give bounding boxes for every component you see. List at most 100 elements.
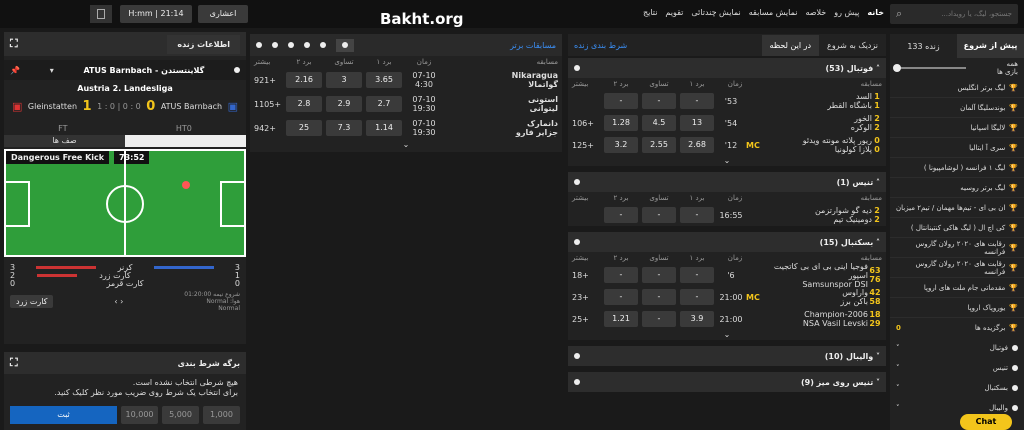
fullscreen-icon[interactable]: ⛶ [10,37,18,51]
fullscreen-icon[interactable]: ⛶ [10,356,18,370]
soccer-ball-icon [1012,345,1018,351]
section-table-tennis[interactable]: تنیس روی میز (9) ˅ [568,372,886,392]
pin-icon[interactable]: 📌 [10,66,20,75]
odd-button[interactable]: 2.9 [326,96,362,112]
odds-format-select[interactable]: اعشاری [198,5,248,23]
lineups-tab[interactable]: صف ها [4,135,125,147]
odd-button[interactable]: - [642,93,676,109]
table-row: - - - 16:55 دیه گو شوارتزمن دومینیک تیم 2… [568,204,886,226]
place-bet-button[interactable]: ثبت [10,406,118,424]
stake-chip[interactable]: 5,000 [162,406,200,424]
odd-button[interactable]: 2.68 [680,137,714,153]
odd-button[interactable]: - [604,267,638,283]
odd-button[interactable]: 2.16 [286,72,322,88]
odd-button[interactable]: 2.8 [286,96,322,112]
nav-calendar[interactable]: تقویم [665,8,683,17]
table-tennis-icon[interactable] [304,42,310,48]
sidebar-league[interactable]: 🏆 رقابت های ۲۰۲۰ رولان گاروس فرانسه [890,238,1024,258]
nav-multi-view[interactable]: نمایش چندتائی [691,8,740,17]
tab-upcoming[interactable]: نزدیک به شروع [819,35,886,56]
volleyball-icon[interactable] [272,42,278,48]
trophy-icon: 🏆 [1009,183,1018,192]
time-display[interactable]: H:mm | 21:14 [120,5,192,23]
calculator-icon[interactable] [90,5,112,23]
tab-live-count[interactable]: 133 زنده [890,42,957,51]
odd-button[interactable]: 1.14 [366,120,402,136]
odd-button[interactable]: 1.28 [604,115,638,131]
stats-tab[interactable] [125,135,246,147]
sidebar-league[interactable]: 🏆 سری آ ایتالیا [890,138,1024,158]
odd-button[interactable]: 4.5 [642,115,676,131]
nav-upcoming[interactable]: پیش رو [834,8,859,17]
stake-chip[interactable]: 10,000 [121,406,159,424]
odd-button[interactable]: 2.7 [366,96,402,112]
odd-button[interactable]: - [604,93,638,109]
nav-match-view[interactable]: نمایش مسابقه [749,8,798,17]
sidebar-league[interactable]: 🏆 بوندسلیگا آلمان [890,98,1024,118]
odd-button[interactable]: 7.3 [326,120,362,136]
chevron-down-icon[interactable]: ⌄ [568,330,886,340]
odd-button[interactable]: 3 [326,72,362,88]
tab-now[interactable]: در این لحظه [761,34,820,56]
tab-live-betting[interactable]: شرط بندی زنده [568,41,633,50]
section-football[interactable]: فوتبال (53) ˄ [568,58,886,78]
match-title[interactable]: ATUS Barnbach - گلاینتستدن [83,66,204,75]
home-jersey-icon: ▣ [12,100,23,113]
section-volleyball[interactable]: والیبال (10) ˅ [568,346,886,366]
odd-button[interactable]: 13 [680,115,714,131]
odd-button[interactable]: - [680,267,714,283]
odd-button[interactable]: - [642,267,676,283]
odd-button[interactable]: - [604,207,638,223]
sidebar-league[interactable]: 🏆 رقابت های ۲۰۲۰ رولان گاروس فرانسه [890,258,1024,278]
section-tennis[interactable]: تنیس (1) ˄ [568,172,886,192]
soccer-ball-icon[interactable] [336,38,354,52]
sidebar-sport-tennis[interactable]: تنیس ˅ [890,358,1024,378]
sidebar-league[interactable]: 🏆 لیگ برتر انگلیس [890,78,1024,98]
sidebar-league[interactable]: 🏆 لالیگا اسپانیا [890,118,1024,138]
sidebar-league[interactable]: 🏆 ان بی ای - تیم‌ها مهمان / تیم۲ میزبان [890,198,1024,218]
search-input[interactable] [910,7,1012,21]
time-filter-slider[interactable] [893,64,966,72]
nav-summary[interactable]: خلاصه [805,8,826,17]
odd-button[interactable]: 3.9 [680,311,714,327]
top-matches-title[interactable]: مسابقات برتر [510,41,556,50]
sidebar-highlights[interactable]: 🏆 برگزیده ها 0 [890,318,1024,338]
tennis-ball-icon[interactable] [256,42,262,48]
sidebar-sport-football[interactable]: فوتبال ˅ [890,338,1024,358]
odd-button[interactable]: - [642,289,676,305]
odd-button[interactable]: - [680,207,714,223]
odd-button[interactable]: 3.65 [366,72,402,88]
chat-button[interactable]: Chat [960,414,1012,430]
odd-button[interactable]: 1.21 [604,311,638,327]
nav-arrows[interactable]: ‹ › [114,297,123,306]
sidebar-league[interactable]: 🏆 کی اچ ال ( لیگ هاکی کنتینانتال ) [890,218,1024,238]
odd-button[interactable]: - [680,289,714,305]
trophy-icon: 🏆 [1009,324,1018,332]
sidebar-league[interactable]: 🏆 لیگ برتر روسیه [890,178,1024,198]
odd-button[interactable]: - [642,207,676,223]
odd-button[interactable]: - [680,93,714,109]
odd-button[interactable]: 3.2 [604,137,638,153]
handball-icon[interactable] [320,42,326,48]
chevron-down-icon[interactable]: ▾ [50,66,54,75]
search-icon[interactable]: ⌕ [896,7,902,21]
sidebar-league[interactable]: 🏆 لیگ ۱ فرانسه ( لوشامپیونا ) [890,158,1024,178]
odd-button[interactable]: - [604,289,638,305]
section-basketball[interactable]: بسکتبال (15) ˄ [568,232,886,252]
odd-button[interactable]: - [642,311,676,327]
odd-button[interactable]: 25 [286,120,322,136]
stake-chip[interactable]: 1,000 [203,406,240,424]
chevron-down-icon[interactable]: ⌄ [568,156,886,166]
yellow-card-button[interactable]: کارت زرد [10,295,54,308]
basketball-icon[interactable] [288,42,294,48]
betslip-empty-msg: هیچ شرطی انتخاب نشده است. [132,378,238,387]
sidebar-league[interactable]: 🏆 مقدماتی جام ملت های اروپا [890,278,1024,298]
nav-home[interactable]: خانه [867,8,884,17]
tab-live-info[interactable]: اطلاعات زنده [167,34,240,54]
tab-pre-match[interactable]: پیش از شروع [957,34,1024,58]
sidebar-sport-basketball[interactable]: بسکتبال ˅ [890,378,1024,398]
chevron-down-icon[interactable]: ⌄ [250,140,562,149]
sidebar-league[interactable]: 🏆 یوروپاک اروپا [890,298,1024,318]
nav-results[interactable]: نتایج [643,8,657,17]
odd-button[interactable]: 2.55 [642,137,676,153]
